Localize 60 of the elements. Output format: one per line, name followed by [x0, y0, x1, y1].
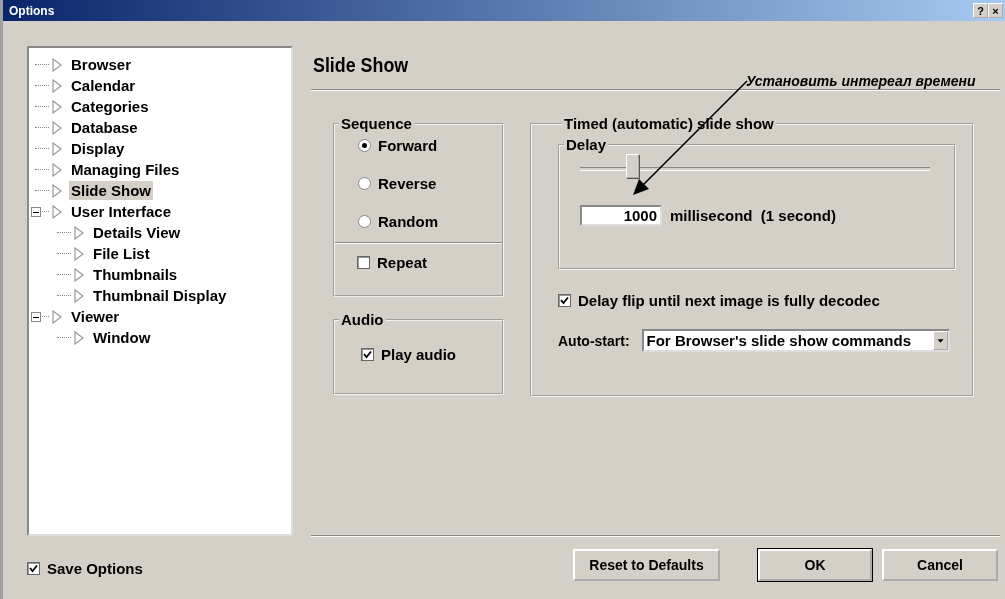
auto-start-label: Auto-start:: [558, 332, 630, 349]
tree-item[interactable]: File List: [91, 244, 152, 263]
collapse-icon[interactable]: [31, 312, 41, 322]
tree-item[interactable]: Thumbnails: [91, 265, 180, 284]
tree-item[interactable]: Categories: [69, 97, 151, 116]
radio-button[interactable]: [358, 214, 371, 228]
radio-label: Random: [378, 212, 438, 230]
slider-thumb[interactable]: [625, 154, 639, 178]
tree-item[interactable]: Viewer: [69, 307, 122, 326]
triangle-icon: [74, 225, 84, 240]
triangle-icon: [52, 57, 62, 72]
dialog-button[interactable]: Cancel: [882, 549, 998, 581]
annotation-text: Установить интереал времени: [746, 73, 976, 89]
tree-item[interactable]: Database: [69, 118, 140, 137]
tree-item[interactable]: Slide Show: [69, 181, 153, 200]
tree-item[interactable]: User Interface: [69, 202, 174, 221]
checkbox-label: Save Options: [47, 560, 143, 577]
tree-item[interactable]: Browser: [69, 55, 134, 74]
checkbox[interactable]: [361, 348, 374, 361]
radio-label: Reverse: [378, 174, 437, 192]
radio-button[interactable]: [358, 138, 371, 152]
triangle-icon: [74, 246, 84, 261]
triangle-icon: [52, 309, 62, 324]
triangle-icon: [74, 330, 84, 345]
group-title: Audio: [340, 311, 385, 328]
triangle-icon: [74, 267, 84, 282]
tree-item[interactable]: Managing Files: [69, 160, 182, 179]
dialog-button[interactable]: OK: [758, 549, 872, 581]
radio-label: Forward: [378, 136, 438, 154]
tree-item[interactable]: Details View: [91, 223, 183, 242]
triangle-icon: [74, 288, 84, 303]
checkbox-label: Repeat: [377, 254, 428, 271]
tree-item[interactable]: Window: [91, 328, 153, 347]
help-button[interactable]: ?: [973, 3, 988, 18]
tree-item[interactable]: Calendar: [69, 76, 138, 95]
group-title: Sequence: [340, 115, 413, 132]
tree-item[interactable]: Thumbnail Display: [91, 286, 229, 305]
triangle-icon: [52, 120, 62, 135]
input-field[interactable]: 1000: [580, 205, 662, 226]
group-title: Delay: [565, 136, 608, 153]
radio-button[interactable]: [358, 176, 371, 190]
checkbox[interactable]: [558, 294, 571, 307]
close-button[interactable]: ×: [988, 3, 1003, 18]
window-title: Options: [9, 3, 55, 18]
tree-item[interactable]: Display: [69, 139, 127, 158]
checkbox[interactable]: [357, 256, 370, 269]
collapse-icon[interactable]: [31, 207, 41, 217]
dropdown[interactable]: For Browser's slide show commands: [641, 329, 950, 352]
checkbox-label: Play audio: [381, 346, 457, 363]
triangle-icon: [52, 99, 62, 114]
triangle-icon: [52, 78, 62, 93]
dialog-button[interactable]: Reset to Defaults: [573, 549, 720, 581]
unit-label: millisecond (1 second): [670, 207, 836, 224]
triangle-icon: [52, 162, 62, 177]
triangle-icon: [52, 204, 62, 219]
page-title: Slide Show: [313, 53, 410, 77]
triangle-icon: [52, 183, 62, 198]
triangle-icon: [52, 141, 62, 156]
checkbox[interactable]: [27, 562, 40, 575]
checkbox-label: Delay flip until next image is fully decodec: [578, 292, 880, 309]
